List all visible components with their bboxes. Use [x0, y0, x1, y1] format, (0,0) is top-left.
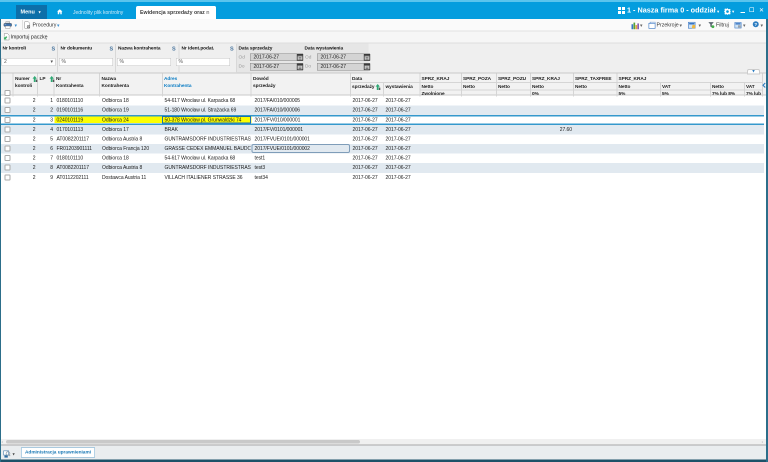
svg-text:?: ?	[754, 22, 757, 27]
